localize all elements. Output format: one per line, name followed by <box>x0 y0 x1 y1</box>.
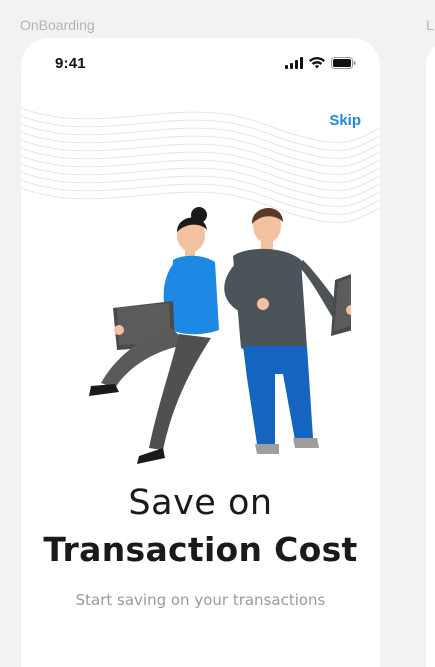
frame-label: OnBoarding <box>20 17 95 33</box>
design-canvas: OnBoarding L 9:41 Skip Save on Transacti… <box>0 0 435 667</box>
status-time: 9:41 <box>55 55 86 72</box>
wifi-icon <box>309 57 325 69</box>
title-line-2: Transaction Cost <box>43 530 358 569</box>
two-people-with-tablets-illustration <box>89 207 351 464</box>
status-icons <box>285 56 356 70</box>
battery-icon <box>331 57 356 69</box>
skip-button[interactable]: Skip <box>329 112 361 129</box>
next-frame-label: L <box>426 17 434 33</box>
subtitle: Start saving on your transactions <box>75 591 326 609</box>
signal-icon <box>285 57 303 69</box>
woman-figure <box>89 207 219 464</box>
title-line-1: Save on <box>128 483 273 523</box>
man-figure <box>224 207 351 454</box>
status-bar: 9:41 <box>21 38 380 88</box>
onboarding-screen: 9:41 Skip Save on Transaction Cost Start… <box>21 38 380 667</box>
next-phone-frame <box>426 38 435 667</box>
